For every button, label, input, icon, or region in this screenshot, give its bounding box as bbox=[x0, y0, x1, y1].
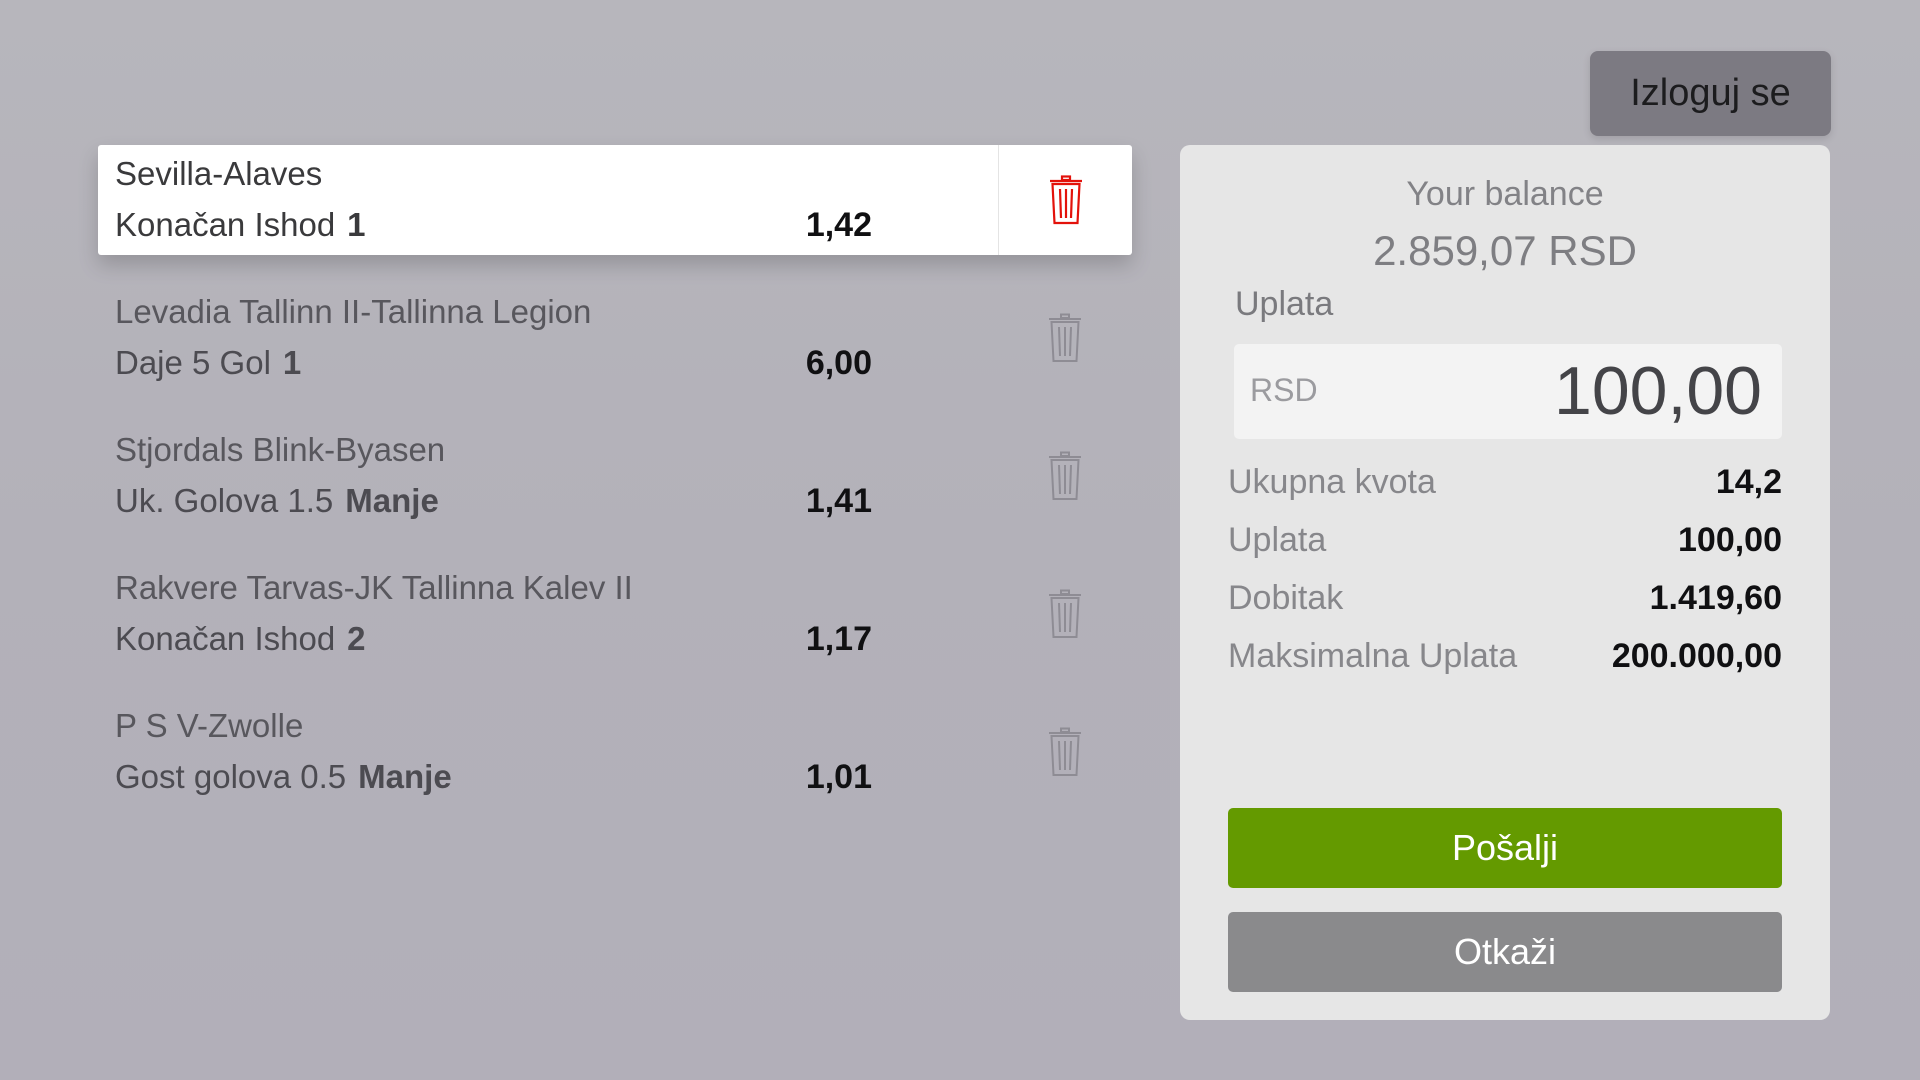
bet-match-name: P S V-Zwolle bbox=[115, 707, 304, 744]
delete-bet-button[interactable] bbox=[998, 697, 1132, 807]
bet-slip-panel: Your balance 2.859,07 RSD Uplata RSD 100… bbox=[1180, 145, 1830, 1020]
bet-market-name: Konačan Ishod bbox=[115, 620, 336, 657]
bet-pick: Manje bbox=[358, 758, 452, 795]
bet-odd: 1,41 bbox=[805, 482, 872, 520]
delete-bet-button[interactable] bbox=[998, 559, 1132, 669]
trash-icon bbox=[1049, 727, 1081, 776]
cancel-button[interactable]: Otkaži bbox=[1228, 912, 1782, 992]
summary-value: 14,2 bbox=[1715, 462, 1782, 501]
bet-market-name: Konačan Ishod bbox=[115, 206, 336, 243]
bet-market: Konačan Ishod 1 bbox=[115, 206, 366, 244]
trash-icon bbox=[1049, 313, 1081, 362]
stake-currency: RSD bbox=[1250, 372, 1318, 408]
summary-label: Ukupna kvota bbox=[1228, 462, 1436, 501]
stake-amount: 100,00 bbox=[1554, 353, 1762, 429]
balance-value: 2.859,07 RSD bbox=[1373, 227, 1637, 274]
stake-input[interactable]: RSD 100,00 bbox=[1234, 344, 1782, 439]
summary-max-stake: Maksimalna Uplata 200.000,00 bbox=[1228, 627, 1782, 685]
summary-value: 100,00 bbox=[1678, 520, 1782, 559]
bet-market: Uk. Golova 1.5 Manje bbox=[115, 482, 439, 520]
delete-bet-button[interactable] bbox=[998, 145, 1133, 255]
summary-stake: Uplata 100,00 bbox=[1228, 511, 1782, 569]
bet-pick: 1 bbox=[347, 206, 366, 243]
bet-match-name: Sevilla-Alaves bbox=[115, 155, 323, 192]
bet-item-info: Rakvere Tarvas-JK Tallinna Kalev II Kona… bbox=[98, 559, 998, 669]
bet-match-name: Rakvere Tarvas-JK Tallinna Kalev II bbox=[115, 569, 633, 606]
bet-item-info: Stjordals Blink-Byasen Uk. Golova 1.5 Man… bbox=[98, 421, 998, 531]
bet-summary: Ukupna kvota 14,2 Uplata 100,00 Dobitak … bbox=[1228, 453, 1782, 685]
bet-item-info: P S V-Zwolle Gost golova 0.5 Manje 1,01 bbox=[98, 697, 998, 807]
delete-bet-button[interactable] bbox=[998, 283, 1132, 393]
trash-icon bbox=[1050, 175, 1082, 225]
bet-match-name: Stjordals Blink-Byasen bbox=[115, 431, 446, 468]
summary-value: 200.000,00 bbox=[1611, 636, 1782, 675]
bet-market-name: Daje 5 Gol bbox=[115, 344, 271, 381]
bet-odd: 1,17 bbox=[805, 620, 872, 658]
bet-item[interactable]: Levadia Tallinn II-Tallinna Legion Daje … bbox=[98, 283, 1132, 393]
bet-odd: 6,00 bbox=[805, 344, 872, 382]
bet-item[interactable]: Stjordals Blink-Byasen Uk. Golova 1.5 Man… bbox=[98, 421, 1132, 531]
bet-item[interactable]: Sevilla-Alaves Konačan Ishod 1 1,42 bbox=[98, 145, 1132, 255]
delete-bet-button[interactable] bbox=[998, 421, 1132, 531]
bet-pick: 1 bbox=[282, 344, 302, 381]
bet-item[interactable]: Rakvere Tarvas-JK Tallinna Kalev II Kona… bbox=[98, 559, 1132, 669]
bet-market-name: Gost golova 0.5 bbox=[115, 758, 347, 795]
summary-label: Uplata bbox=[1228, 520, 1327, 559]
bet-odd: 1,42 bbox=[805, 206, 872, 244]
trash-icon bbox=[1049, 589, 1081, 638]
trash-icon bbox=[1049, 451, 1081, 500]
balance-label: Your balance bbox=[1406, 175, 1604, 213]
bet-market: Gost golova 0.5 Manje bbox=[115, 758, 452, 796]
summary-label: Maksimalna Uplata bbox=[1228, 636, 1518, 675]
bet-market: Daje 5 Gol 1 bbox=[115, 344, 301, 382]
bet-match-name: Levadia Tallinn II-Tallinna Legion bbox=[115, 293, 592, 330]
stake-label: Uplata bbox=[1235, 285, 1334, 323]
bet-pick: 2 bbox=[347, 620, 366, 657]
bet-market: Konačan Ishod 2 bbox=[115, 620, 366, 658]
send-button[interactable]: Pošalji bbox=[1228, 808, 1782, 888]
summary-winnings: Dobitak 1.419,60 bbox=[1228, 569, 1782, 627]
bet-item-info: Levadia Tallinn II-Tallinna Legion Daje … bbox=[98, 283, 998, 393]
bet-slip-list: Sevilla-Alaves Konačan Ishod 1 1,42 Levad… bbox=[98, 145, 1132, 835]
bet-market-name: Uk. Golova 1.5 bbox=[115, 482, 334, 519]
bet-odd: 1,01 bbox=[805, 758, 872, 796]
logout-button[interactable]: Izloguj se bbox=[1590, 51, 1831, 136]
summary-total-odds: Ukupna kvota 14,2 bbox=[1228, 453, 1782, 511]
bet-pick: Manje bbox=[345, 482, 439, 519]
bet-item[interactable]: P S V-Zwolle Gost golova 0.5 Manje 1,01 bbox=[98, 697, 1132, 807]
bet-item-info: Sevilla-Alaves Konačan Ishod 1 1,42 bbox=[98, 145, 998, 255]
summary-value: 1.419,60 bbox=[1649, 578, 1782, 617]
summary-label: Dobitak bbox=[1228, 578, 1344, 617]
